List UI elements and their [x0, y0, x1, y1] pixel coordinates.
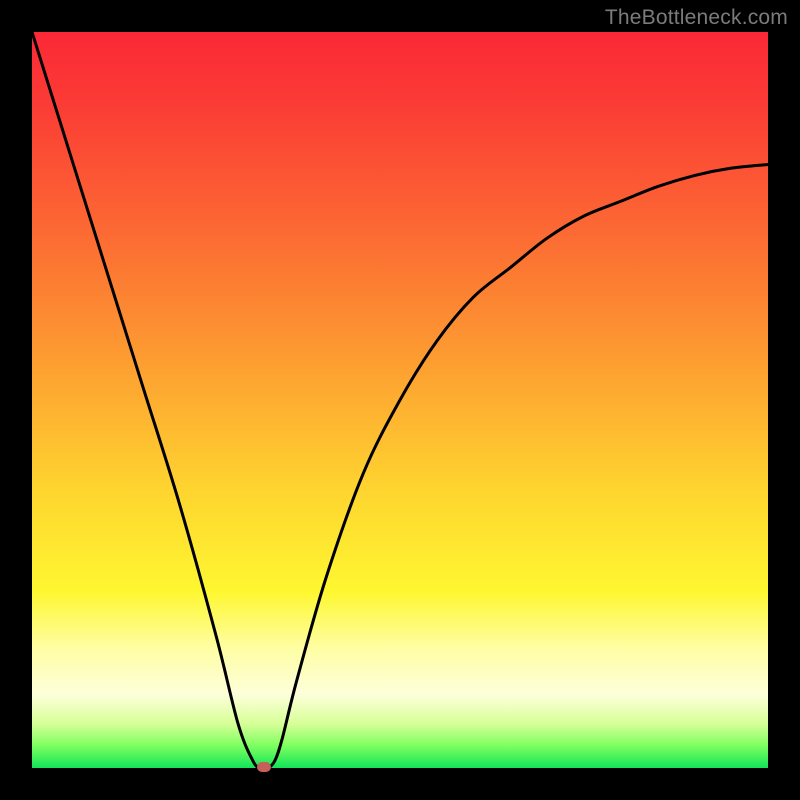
- plot-area: [32, 32, 768, 768]
- watermark-text: TheBottleneck.com: [605, 6, 788, 30]
- chart-stage: TheBottleneck.com: [0, 0, 800, 800]
- bottleneck-curve: [32, 32, 768, 768]
- curve-path: [32, 32, 768, 768]
- optimal-point-marker: [257, 762, 271, 772]
